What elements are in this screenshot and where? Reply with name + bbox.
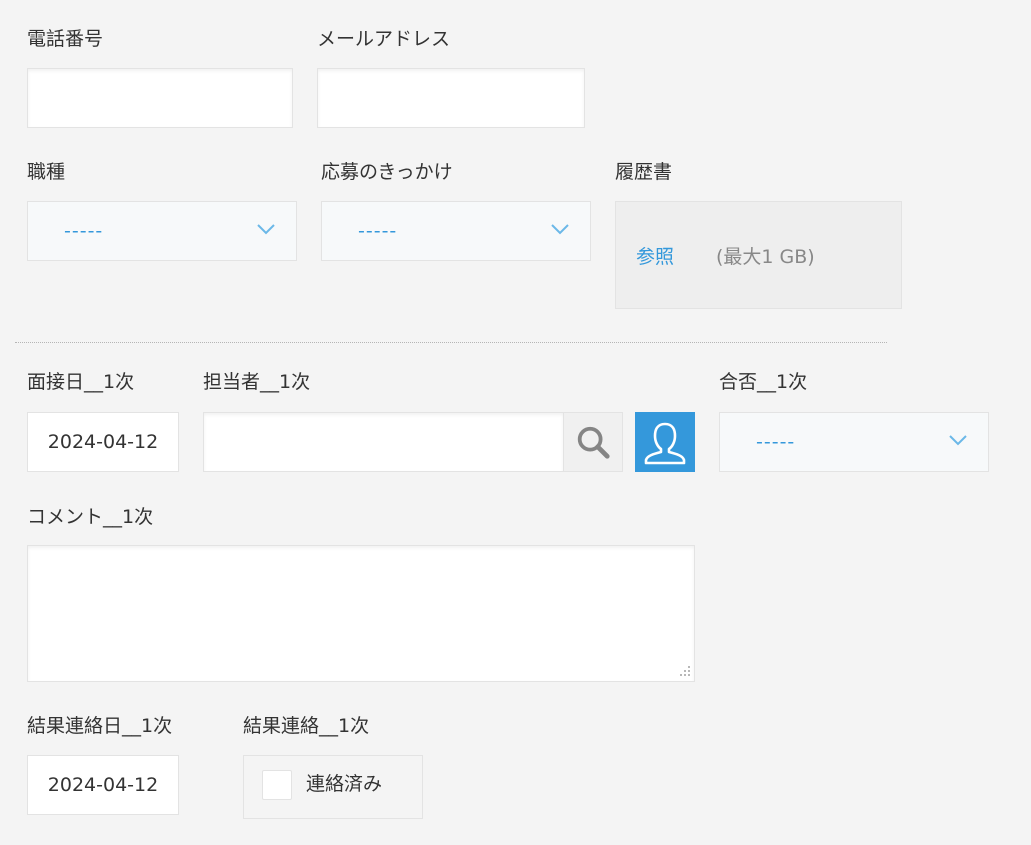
user-picker-button[interactable] xyxy=(635,412,695,472)
comment-textarea[interactable] xyxy=(27,545,695,682)
chevron-down-icon xyxy=(949,435,967,446)
result-notice-label: 結果連絡__1次 xyxy=(243,715,370,737)
notified-checkbox[interactable] xyxy=(262,770,292,800)
user-icon xyxy=(644,422,686,465)
result-notice-date-field[interactable]: 2024-04-12 xyxy=(27,755,179,815)
interviewer-search-button[interactable] xyxy=(564,412,623,472)
notified-checkbox-label[interactable]: 連絡済み xyxy=(306,770,382,798)
result-notice-date-label: 結果連絡日__1次 xyxy=(27,715,173,737)
interview-date-label: 面接日__1次 xyxy=(27,371,135,393)
resume-upload: 参照 (最大1 GB) xyxy=(615,201,902,309)
source-select[interactable]: ----- xyxy=(321,201,591,261)
source-label: 応募のきっかけ xyxy=(321,161,453,183)
result-notice-option: 連絡済み xyxy=(243,755,423,819)
file-size-limit: (最大1 GB) xyxy=(716,246,815,268)
resize-handle-icon[interactable] xyxy=(679,666,691,678)
comment-label: コメント__1次 xyxy=(27,506,154,528)
email-field[interactable] xyxy=(317,68,585,128)
job-type-select[interactable]: ----- xyxy=(27,201,297,261)
interviewer-field[interactable] xyxy=(203,412,564,472)
chevron-down-icon xyxy=(257,224,275,235)
result-select[interactable]: ----- xyxy=(719,412,989,472)
email-label: メールアドレス xyxy=(317,28,451,50)
chevron-down-icon xyxy=(551,224,569,235)
interviewer-label: 担当者__1次 xyxy=(203,371,311,393)
search-icon xyxy=(577,426,610,459)
section-divider xyxy=(15,342,887,343)
interview-date-field[interactable]: 2024-04-12 xyxy=(27,412,179,472)
phone-field[interactable] xyxy=(27,68,293,128)
phone-label: 電話番号 xyxy=(27,28,104,50)
result-label: 合否__1次 xyxy=(719,371,808,393)
source-value: ----- xyxy=(358,220,398,242)
result-value: ----- xyxy=(756,431,796,453)
browse-button[interactable]: 参照 xyxy=(636,242,674,269)
job-type-value: ----- xyxy=(64,220,104,242)
job-type-label: 職種 xyxy=(27,161,66,183)
resume-label: 履歴書 xyxy=(615,161,673,183)
